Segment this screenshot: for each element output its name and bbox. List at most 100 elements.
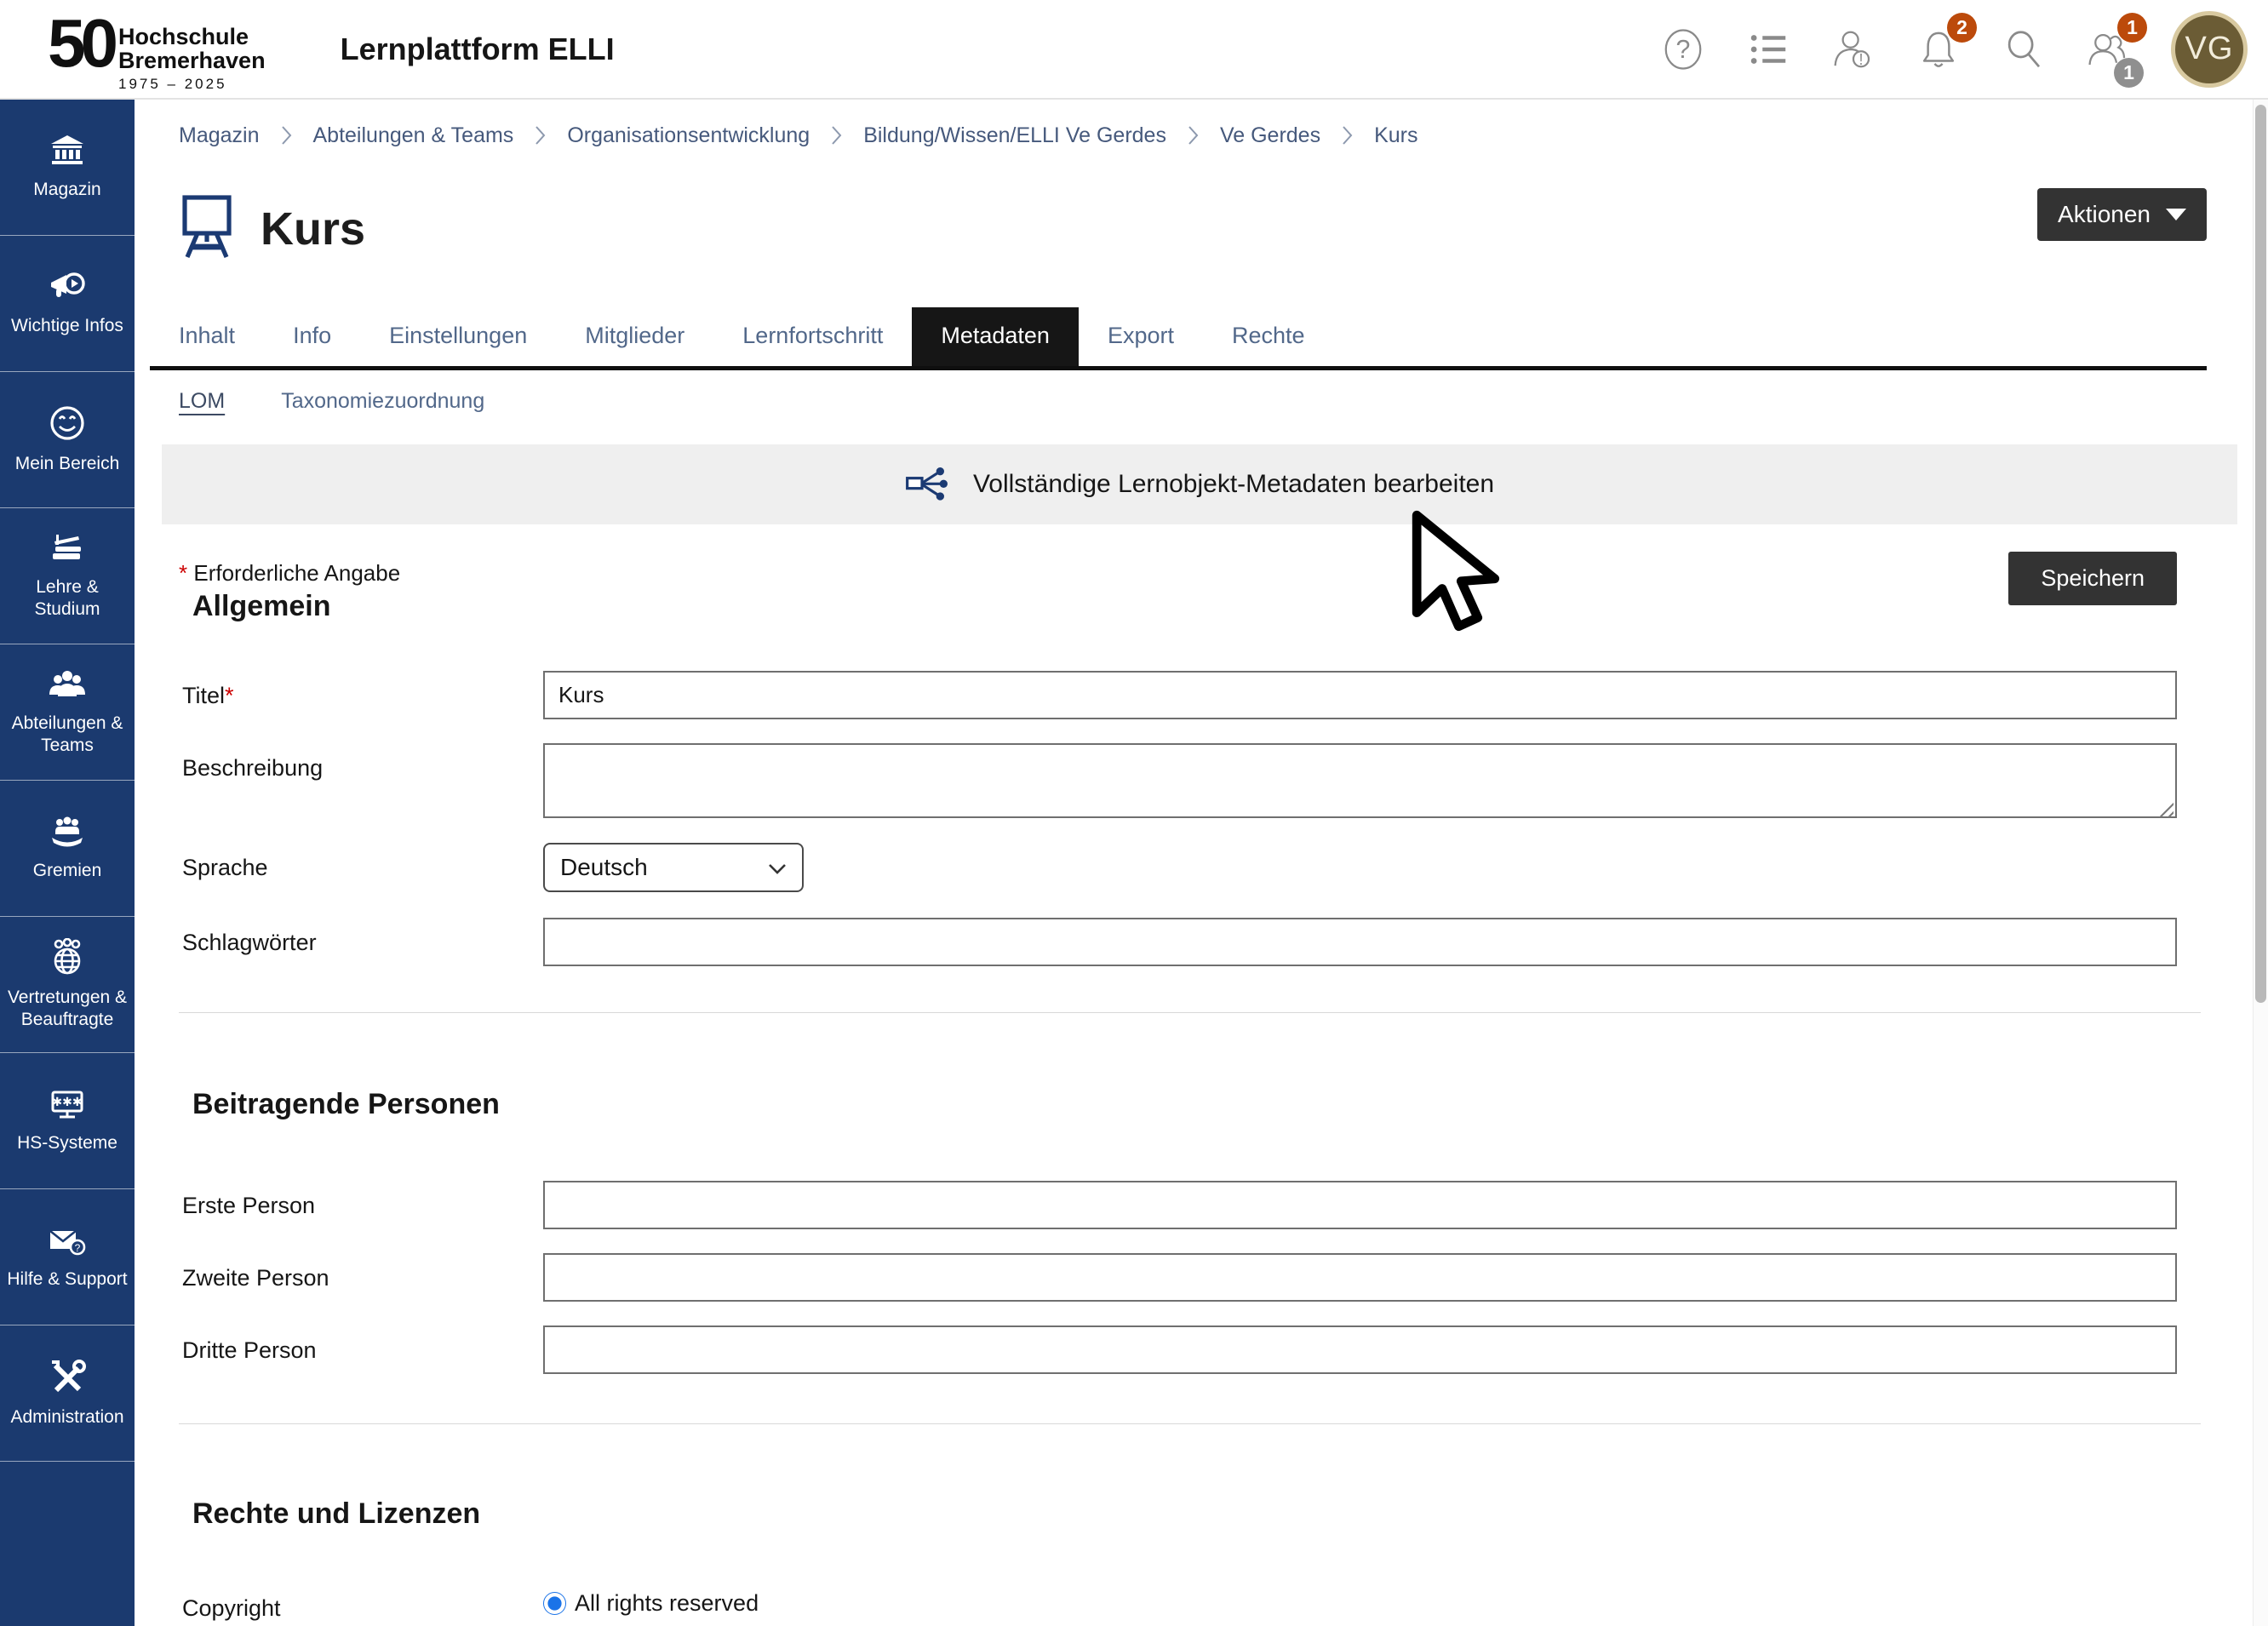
chevron-down-icon xyxy=(768,854,787,881)
speichern-button[interactable]: Speichern xyxy=(2008,552,2177,605)
aktionen-button[interactable]: Aktionen xyxy=(2037,188,2207,241)
tab-lernfortschritt[interactable]: Lernfortschritt xyxy=(713,307,912,366)
sidebar-item-label: Gremien xyxy=(29,860,106,882)
edit-full-metadata-banner[interactable]: Vollständige Lernobjekt-Metadaten bearbe… xyxy=(162,444,2237,524)
beschreibung-textarea[interactable] xyxy=(543,743,2177,818)
sidebar-item-label: Hilfe & Support xyxy=(3,1268,131,1291)
tab-inhalt[interactable]: Inhalt xyxy=(150,307,264,366)
chevron-right-icon xyxy=(1188,125,1199,146)
todo-list-button[interactable] xyxy=(1745,26,1791,72)
erste-person-label: Erste Person xyxy=(182,1181,543,1219)
group-icon xyxy=(48,667,87,701)
mail-question-icon: ? xyxy=(48,1223,87,1257)
tab-metadaten[interactable]: Metadaten xyxy=(912,307,1079,366)
sidebar-item-abteilungen-teams[interactable]: Abteilungen & Teams xyxy=(0,644,135,781)
dritte-person-input[interactable] xyxy=(543,1325,2177,1374)
subtab-taxonomiezuordnung[interactable]: Taxonomiezuordnung xyxy=(281,389,484,414)
sidebar-item-gremien[interactable]: Gremien xyxy=(0,781,135,917)
globe-people-icon xyxy=(48,938,87,976)
sprache-label: Sprache xyxy=(182,843,543,881)
breadcrumb-link[interactable]: Organisationsentwicklung xyxy=(567,123,810,148)
help-button[interactable]: ? xyxy=(1660,26,1706,72)
beschreibung-row: Beschreibung xyxy=(179,743,2207,822)
sidebar-item-administration[interactable]: Administration xyxy=(0,1325,135,1462)
vertical-scrollbar-track[interactable] xyxy=(2253,100,2268,1626)
sidebar-item-label: Abteilungen & Teams xyxy=(0,713,135,758)
app-title: Lernplattform ELLI xyxy=(341,31,615,67)
erste-person-input[interactable] xyxy=(543,1181,2177,1229)
section-divider xyxy=(179,1012,2201,1013)
subtab-bar: LOM Taxonomiezuordnung xyxy=(179,389,2207,414)
tab-export[interactable]: Export xyxy=(1079,307,1203,366)
section-heading-beitragende: Beitragende Personen xyxy=(192,1088,2207,1121)
contacts-button[interactable]: 1 1 xyxy=(2086,26,2132,72)
breadcrumb-link[interactable]: Ve Gerdes xyxy=(1220,123,1320,148)
hochschule-bremerhaven-logo[interactable]: 50 Hochschule Bremerhaven 1975 – 2025 xyxy=(48,6,266,93)
bank-icon xyxy=(49,134,86,168)
breadcrumb-link[interactable]: Bildung/Wissen/ELLI Ve Gerdes xyxy=(863,123,1166,148)
beschreibung-label: Beschreibung xyxy=(182,743,543,782)
schlagwoerter-input[interactable] xyxy=(543,918,2177,966)
chevron-right-icon xyxy=(281,125,292,146)
monitor-icon: ✱✱✱ xyxy=(48,1087,87,1121)
sidebar-item-label: Wichtige Infos xyxy=(7,315,128,337)
sidebar-item-wichtige-infos[interactable]: Wichtige Infos xyxy=(0,236,135,372)
notifications-button[interactable]: 2 xyxy=(1916,26,1962,72)
sidebar-item-label: Lehre & Studium xyxy=(0,576,135,621)
breadcrumb-link[interactable]: Magazin xyxy=(179,123,260,148)
svg-text:?: ? xyxy=(1676,36,1691,64)
sidebar-item-hilfe-support[interactable]: ? Hilfe & Support xyxy=(0,1189,135,1325)
copyright-radio[interactable] xyxy=(543,1592,566,1615)
sprache-select[interactable]: Deutsch xyxy=(543,843,804,892)
search-button[interactable] xyxy=(2001,26,2047,72)
sidebar-item-mein-bereich[interactable]: Mein Bereich xyxy=(0,372,135,508)
dritte-person-label: Dritte Person xyxy=(182,1325,543,1364)
breadcrumb-link[interactable]: Abteilungen & Teams xyxy=(313,123,514,148)
topbar-icon-group: ? ! xyxy=(1660,11,2248,88)
contacts-badge-bottom: 1 xyxy=(2114,58,2144,88)
schlagwoerter-row: Schlagwörter xyxy=(179,918,2207,966)
tools-icon xyxy=(48,1358,87,1395)
zweite-person-row: Zweite Person xyxy=(179,1253,2207,1302)
sidebar-item-label: Mein Bereich xyxy=(11,453,124,475)
books-icon xyxy=(48,531,87,565)
main-sidebar: Magazin Wichtige Infos Mein Bereich xyxy=(0,100,135,1626)
sidebar-item-magazin[interactable]: Magazin xyxy=(0,100,135,236)
sidebar-item-label: HS-Systeme xyxy=(13,1132,122,1154)
copyright-option[interactable]: All rights reserved xyxy=(543,1583,2177,1617)
breadcrumb-link-current[interactable]: Kurs xyxy=(1374,123,1418,148)
edit-full-metadata-label: Vollständige Lernobjekt-Metadaten bearbe… xyxy=(973,470,1494,499)
chevron-down-icon xyxy=(2166,209,2186,220)
logo-line1: Hochschule xyxy=(118,25,266,49)
tab-einstellungen[interactable]: Einstellungen xyxy=(360,307,556,366)
section-heading-allgemein: Allgemein xyxy=(192,590,2207,623)
titel-input[interactable] xyxy=(543,671,2177,719)
user-avatar[interactable]: VG xyxy=(2171,11,2248,88)
subtab-lom[interactable]: LOM xyxy=(179,389,225,414)
sidebar-item-vertretungen-beauftragte[interactable]: Vertretungen & Beauftragte xyxy=(0,917,135,1053)
sprache-selected-value: Deutsch xyxy=(560,854,648,881)
svg-text:?: ? xyxy=(75,1242,81,1254)
help-icon: ? xyxy=(1660,26,1706,72)
main-content: Magazin Abteilungen & Teams Organisation… xyxy=(135,100,2253,1622)
search-icon xyxy=(2001,26,2047,72)
vertical-scrollbar-thumb[interactable] xyxy=(2255,105,2266,1003)
copyright-label: Copyright xyxy=(182,1583,543,1622)
logo-years: 1975 – 2025 xyxy=(118,77,266,92)
sidebar-item-lehre-studium[interactable]: Lehre & Studium xyxy=(0,508,135,644)
smiley-icon xyxy=(49,404,86,442)
sidebar-item-hs-systeme[interactable]: ✱✱✱ HS-Systeme xyxy=(0,1053,135,1189)
member-requests-button[interactable]: ! xyxy=(1830,26,1876,72)
chevron-right-icon xyxy=(831,125,842,146)
dritte-person-row: Dritte Person xyxy=(179,1325,2207,1374)
logo-50-text: 50 xyxy=(48,11,113,76)
tab-info[interactable]: Info xyxy=(264,307,360,366)
zweite-person-input[interactable] xyxy=(543,1253,2177,1302)
tab-rechte[interactable]: Rechte xyxy=(1203,307,1334,366)
notifications-badge: 2 xyxy=(1947,13,1977,43)
section-heading-rechte: Rechte und Lizenzen xyxy=(192,1497,2207,1531)
svg-text:✱✱✱: ✱✱✱ xyxy=(52,1095,82,1108)
aktionen-button-label: Aktionen xyxy=(2058,201,2151,228)
megaphone-icon xyxy=(48,270,87,304)
tab-mitglieder[interactable]: Mitglieder xyxy=(556,307,713,366)
